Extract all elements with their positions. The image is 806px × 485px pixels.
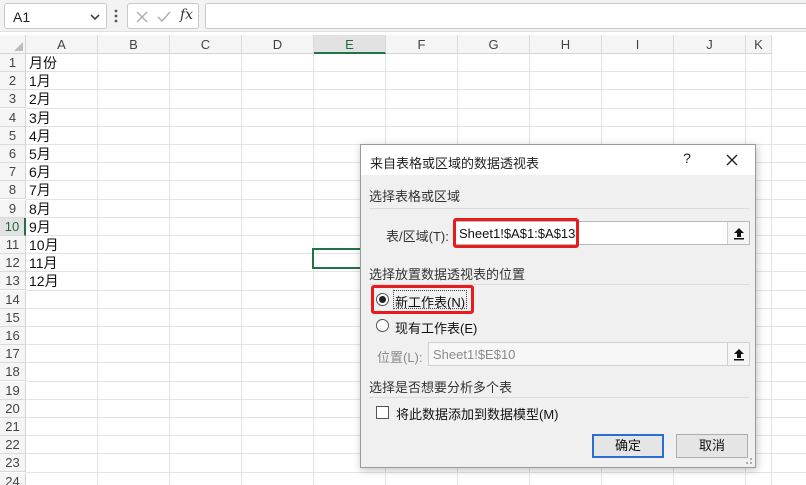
formula-buttons: fx xyxy=(127,3,199,29)
resize-grip-icon[interactable] xyxy=(743,455,753,465)
row-header-23[interactable]: 23 xyxy=(0,454,26,473)
cell-a8[interactable]: 7月 xyxy=(29,181,51,199)
check-icon[interactable] xyxy=(156,9,172,25)
grid-line xyxy=(26,125,806,127)
dialog-titlebar[interactable]: 来自表格或区域的数据透视表 ? xyxy=(361,145,755,175)
row-header-3[interactable]: 3 xyxy=(0,90,26,109)
cell-a10[interactable]: 9月 xyxy=(29,218,51,236)
location-label: 位置(L): xyxy=(377,350,423,365)
row-header-18[interactable]: 18 xyxy=(0,363,26,382)
column-header-j[interactable]: J xyxy=(674,35,746,54)
insert-function-button[interactable]: fx xyxy=(180,7,193,23)
column-header-i[interactable]: I xyxy=(602,35,674,54)
help-button[interactable]: ? xyxy=(679,150,695,170)
grid-line xyxy=(169,54,170,485)
column-header-a[interactable]: A xyxy=(26,35,98,54)
row-header-11[interactable]: 11 xyxy=(0,236,26,254)
dialog-title: 来自表格或区域的数据透视表 xyxy=(370,156,540,171)
row-header-5[interactable]: 5 xyxy=(0,126,26,145)
cell-a1[interactable]: 月份 xyxy=(29,54,57,72)
grid-line xyxy=(26,107,806,109)
row-header-12[interactable]: 12 xyxy=(0,254,26,273)
range-collapse-button[interactable] xyxy=(727,222,749,244)
chevron-down-icon[interactable] xyxy=(88,10,102,24)
column-header-g[interactable]: G xyxy=(458,35,530,54)
cell-a3[interactable]: 2月 xyxy=(29,90,51,108)
range-highlight xyxy=(453,218,579,248)
row-header-9[interactable]: 9 xyxy=(0,199,26,218)
radio-existing-worksheet-label[interactable]: 现有工作表(E) xyxy=(395,318,477,337)
new-worksheet-highlight xyxy=(371,285,474,314)
row-header-19[interactable]: 19 xyxy=(0,381,26,400)
cell-a5[interactable]: 4月 xyxy=(29,127,51,145)
cell-a13[interactable]: 12月 xyxy=(29,272,59,290)
location-input-value: Sheet1!$E$10 xyxy=(433,347,516,362)
grid-line xyxy=(771,54,772,485)
row-header-21[interactable]: 21 xyxy=(0,418,26,436)
row-header-8[interactable]: 8 xyxy=(0,181,26,200)
close-icon[interactable] xyxy=(723,151,741,169)
row-header-4[interactable]: 4 xyxy=(0,108,26,127)
section-select-range: 选择表格或区域 xyxy=(369,189,461,204)
column-header-b[interactable]: B xyxy=(98,35,170,54)
section-placement: 选择放置数据透视表的位置 xyxy=(369,267,526,282)
row-header-22[interactable]: 22 xyxy=(0,436,26,455)
cell-a4[interactable]: 3月 xyxy=(29,109,51,127)
divider xyxy=(369,208,749,209)
column-header-c[interactable]: C xyxy=(170,35,242,54)
radio-existing-worksheet[interactable] xyxy=(376,319,389,332)
row-header-1[interactable]: 1 xyxy=(0,54,26,72)
row-header-6[interactable]: 6 xyxy=(0,145,26,163)
grid-line xyxy=(97,54,98,485)
data-model-checkbox[interactable] xyxy=(376,406,389,419)
formula-input[interactable] xyxy=(205,3,806,29)
divider xyxy=(369,397,749,398)
collapse-arrow-icon xyxy=(734,349,744,361)
row-header-13[interactable]: 13 xyxy=(0,272,26,291)
ok-button[interactable]: 确定 xyxy=(592,434,664,458)
cell-a9[interactable]: 8月 xyxy=(29,200,51,218)
location-collapse-button xyxy=(727,343,749,365)
name-box[interactable]: A1 xyxy=(4,3,107,29)
row-header-15[interactable]: 15 xyxy=(0,308,26,327)
row-header-17[interactable]: 17 xyxy=(0,345,26,364)
row-header-2[interactable]: 2 xyxy=(0,72,26,91)
column-header-f[interactable]: F xyxy=(386,35,458,54)
cell-a7[interactable]: 6月 xyxy=(29,163,51,181)
row-header-14[interactable]: 14 xyxy=(0,290,26,309)
grid-line xyxy=(26,71,806,73)
select-all-corner[interactable] xyxy=(0,35,26,54)
cancel-button[interactable]: 取消 xyxy=(676,434,748,458)
grid-line xyxy=(26,471,806,473)
grid-line xyxy=(313,54,314,485)
data-model-checkbox-label[interactable]: 将此数据添加到数据模型(M) xyxy=(396,404,559,423)
cell-a2[interactable]: 1月 xyxy=(29,72,51,90)
more-options-icon[interactable] xyxy=(112,7,120,25)
cancel-icon[interactable] xyxy=(134,9,150,25)
column-header-d[interactable]: D xyxy=(242,35,314,54)
row-header-10[interactable]: 10 xyxy=(0,217,26,236)
cell-a12[interactable]: 11月 xyxy=(29,254,58,272)
row-header-7[interactable]: 7 xyxy=(0,163,26,182)
pivot-table-dialog: 来自表格或区域的数据透视表 ? 选择表格或区域 表/区域(T): Sheet1!… xyxy=(360,144,756,468)
column-header-e[interactable]: E xyxy=(314,35,386,54)
collapse-arrow-icon xyxy=(734,228,744,240)
column-header-k[interactable]: K xyxy=(746,35,772,54)
row-header-24[interactable]: 24 xyxy=(0,472,26,485)
cell-a6[interactable]: 5月 xyxy=(29,145,51,163)
column-header-h[interactable]: H xyxy=(530,35,602,54)
row-header-16[interactable]: 16 xyxy=(0,327,26,345)
formula-bar: A1 fx xyxy=(0,0,806,32)
name-box-value: A1 xyxy=(13,9,31,25)
grid-line xyxy=(26,89,806,91)
row-header-20[interactable]: 20 xyxy=(0,399,26,418)
range-label: 表/区域(T): xyxy=(386,229,449,244)
section-multiple-tables: 选择是否想要分析多个表 xyxy=(369,380,513,395)
cell-a11[interactable]: 10月 xyxy=(29,236,59,254)
grid-line xyxy=(241,54,242,485)
location-input: Sheet1!$E$10 xyxy=(428,342,750,366)
